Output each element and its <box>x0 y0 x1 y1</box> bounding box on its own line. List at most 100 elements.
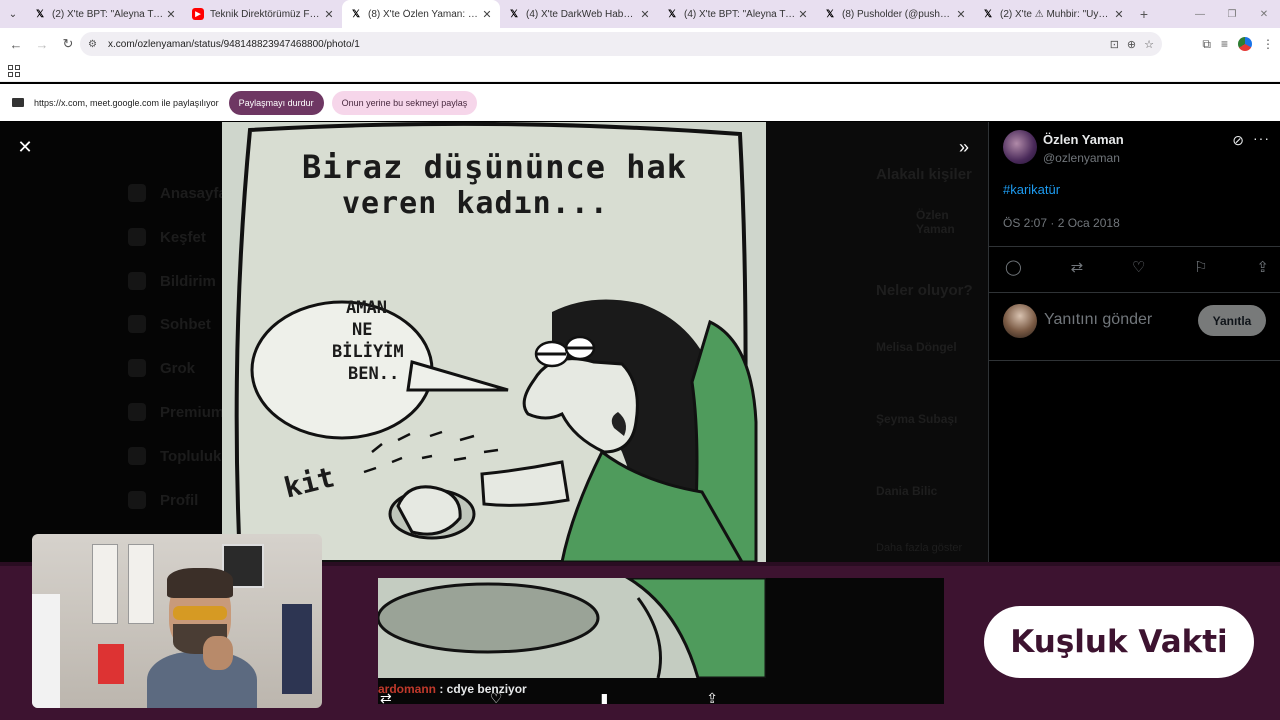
x-icon: 𝕏 <box>667 8 677 20</box>
tab-title: (8) Pusholder (@pusholder) <box>842 8 954 20</box>
stop-sharing-button[interactable]: Paylaşmayı durdur <box>228 90 324 115</box>
bubble-line: BEN.. <box>348 364 400 384</box>
bg-nav-item: Premium <box>128 403 224 421</box>
author-handle[interactable]: @ozlenyaman <box>1043 151 1120 165</box>
cartoon-caption-line2: veren kadın... <box>342 186 609 221</box>
url-text: x.com/ozlenyaman/status/9481488239474688… <box>108 38 360 50</box>
tweet-timestamp[interactable]: ÖS 2:07 · 2 Oca 2018 <box>1003 216 1120 230</box>
x-icon: 𝕏 <box>825 8 835 20</box>
new-tab-button[interactable]: + <box>1132 6 1156 22</box>
window-controls: — ❐ ✕ <box>1184 0 1280 28</box>
tab-strip: ⌄ 𝕏 (2) X'te BPT: "Aleyna Tilki, Danl ✕ … <box>0 0 1280 28</box>
browser-tab[interactable]: 𝕏 (4) X'te DarkWeb Haber: "Ela R ✕ <box>500 0 658 28</box>
bubble-line: BİLİYİM <box>332 342 404 362</box>
bg-trend: Şeyma Subaşı <box>876 412 958 426</box>
close-photo-button[interactable]: ✕ <box>14 136 36 158</box>
window <box>32 594 60 708</box>
bg-person: Özlen Yaman <box>916 208 955 236</box>
close-window-icon[interactable]: ✕ <box>1248 0 1280 28</box>
tweet-photo[interactable]: Biraz düşününce hak veren kadın... AMAN … <box>222 122 766 562</box>
browser-tab-active[interactable]: 𝕏 (8) X'te Özlen Yaman: "#karikat ✕ <box>342 0 500 28</box>
profile-icon[interactable] <box>1238 37 1252 51</box>
reply-icon[interactable]: ◯ <box>1005 258 1022 280</box>
views-icon[interactable]: ▮ <box>600 690 608 704</box>
browser-tab[interactable]: 𝕏 (2) X'te ⚠ Muhbir: "Uyuşturuc ✕ <box>974 0 1132 28</box>
share-this-tab-button[interactable]: Onun yerine bu sekmeyi paylaş <box>331 90 478 115</box>
screen-share-bar: https://x.com, meet.google.com ile payla… <box>0 84 1280 121</box>
site-info-icon[interactable]: ⚙ <box>88 39 102 50</box>
back-icon[interactable]: ← <box>4 32 28 56</box>
retweet-icon[interactable]: ⇄ <box>1071 258 1084 280</box>
tab-close-icon[interactable]: ✕ <box>322 8 336 21</box>
browser-toolbar: ← → ↻ ⚙ x.com/ozlenyaman/status/94814882… <box>0 28 1280 60</box>
more-options-icon[interactable]: ··· <box>1253 130 1270 146</box>
bg-heading: Alakalı kişiler <box>876 166 972 183</box>
browser-tab[interactable]: 𝕏 (8) Pusholder (@pusholder) ✕ <box>816 0 974 28</box>
show-title-badge: Kuşluk Vakti <box>984 606 1254 678</box>
apps-grid-icon[interactable] <box>8 65 20 77</box>
author-name[interactable]: Özlen Yaman <box>1043 132 1124 147</box>
browser-tab[interactable]: 𝕏 (4) X'te BPT: "Aleyna Tilki, Danl ✕ <box>658 0 816 28</box>
share-icon[interactable]: ⇪ <box>1256 258 1269 280</box>
zoom-icon[interactable]: ⊕ <box>1127 38 1136 51</box>
tab-title: (4) X'te DarkWeb Haber: "Ela R <box>526 8 638 20</box>
menu-icon[interactable]: ⋮ <box>1262 37 1274 51</box>
tab-search-icon[interactable]: ⌄ <box>0 0 26 28</box>
tab-close-icon[interactable]: ✕ <box>638 8 652 21</box>
grok-icon[interactable]: ⊘ <box>1232 132 1244 149</box>
address-bar[interactable]: ⚙ x.com/ozlenyaman/status/94814882394746… <box>80 32 1162 56</box>
video-frame <box>378 578 768 680</box>
media-icon[interactable]: ≡ <box>1221 37 1228 51</box>
bg-nav-item: Anasayfa <box>128 184 227 202</box>
hashtag-link[interactable]: #karikatür <box>1003 182 1060 197</box>
reply-button[interactable]: Yanıtla <box>1198 305 1266 336</box>
tab-close-icon[interactable]: ✕ <box>954 8 968 21</box>
tab-close-icon[interactable]: ✕ <box>480 8 494 21</box>
restore-icon[interactable]: ❐ <box>1216 0 1248 28</box>
bookmarks-bar <box>0 60 1280 82</box>
install-icon[interactable]: ⊡ <box>1110 38 1119 51</box>
bg-trend: Dania Bilic <box>876 484 938 498</box>
like-icon[interactable]: ♡ <box>1132 258 1145 280</box>
x-icon: 𝕏 <box>509 8 519 20</box>
minimize-icon[interactable]: — <box>1184 0 1216 28</box>
screen-share-icon <box>12 98 24 107</box>
video-frame-drawing <box>378 578 768 680</box>
reply-input[interactable]: Yanıtını gönder <box>1044 311 1152 329</box>
tab-close-icon[interactable]: ✕ <box>796 8 810 21</box>
divider <box>989 360 1280 361</box>
like-icon[interactable]: ♡ <box>490 690 503 704</box>
shelf <box>92 544 118 624</box>
reload-icon[interactable]: ↻ <box>56 32 80 56</box>
tab-close-icon[interactable]: ✕ <box>164 8 178 21</box>
x-icon: 𝕏 <box>983 8 993 20</box>
extensions-icon[interactable]: ⧉ <box>1202 37 1211 52</box>
bookmark-star-icon[interactable]: ☆ <box>1144 38 1154 51</box>
tab-title: (8) X'te Özlen Yaman: "#karikat <box>368 8 480 20</box>
expand-panel-icon[interactable]: » <box>952 136 976 158</box>
browser-tab[interactable]: ▶ Teknik Direktörümüz Fatih Teki ✕ <box>184 0 342 28</box>
divider <box>989 292 1280 293</box>
youtube-icon: ▶ <box>192 8 204 20</box>
bg-nav-item: Bildirim <box>128 272 216 290</box>
red-item <box>98 644 124 684</box>
bg-nav-item: Keşfet <box>128 228 206 246</box>
forward-icon[interactable]: → <box>30 32 54 56</box>
share-status-text: https://x.com, meet.google.com ile payla… <box>34 97 219 108</box>
avatar <box>1003 304 1037 338</box>
screen: ⌄ 𝕏 (2) X'te BPT: "Aleyna Tilki, Danl ✕ … <box>0 0 1280 720</box>
bg-nav-item: Sohbet <box>128 315 211 333</box>
retweet-icon[interactable]: ⇄ <box>380 690 392 704</box>
bg-more-link: Daha fazla göster <box>876 542 963 554</box>
tweet-actions: ◯ ⇄ ♡ ⚐ ⇪ <box>1005 258 1269 280</box>
tweet-panel: Özlen Yaman @ozlenyaman ⊘ ··· #karikatür… <box>988 122 1280 562</box>
webcam-feed <box>32 534 322 708</box>
bookmark-icon[interactable]: ⚐ <box>1194 258 1207 280</box>
tab-close-icon[interactable]: ✕ <box>1112 8 1126 21</box>
avatar[interactable] <box>1003 130 1037 164</box>
cartoon-caption-line1: Biraz düşününce hak <box>302 148 688 186</box>
bg-nav-item: Topluluk <box>128 447 221 465</box>
share-icon[interactable]: ⇪ <box>706 690 718 704</box>
x-icon: 𝕏 <box>351 8 361 20</box>
browser-tab[interactable]: 𝕏 (2) X'te BPT: "Aleyna Tilki, Danl ✕ <box>26 0 184 28</box>
